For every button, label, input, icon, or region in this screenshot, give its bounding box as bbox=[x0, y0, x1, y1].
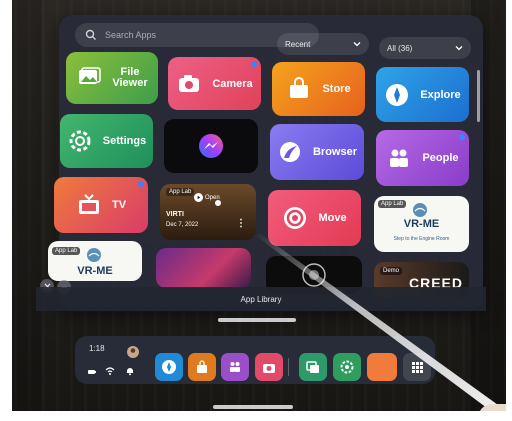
app-tile-settings[interactable]: Settings bbox=[60, 114, 153, 168]
vr-me-logo-icon bbox=[413, 203, 427, 217]
new-indicator-dot bbox=[138, 181, 144, 187]
app-title: VR-ME bbox=[403, 218, 440, 230]
dock-explore-button[interactable] bbox=[155, 353, 183, 381]
dock-people-button[interactable] bbox=[221, 353, 249, 381]
chevron-down-icon bbox=[455, 46, 463, 51]
compass-icon bbox=[162, 360, 176, 374]
universal-menu-dock: 1:18 bbox=[75, 336, 435, 384]
chevron-down-icon bbox=[353, 42, 361, 47]
library-title-bar: App Library bbox=[36, 287, 486, 311]
scrollbar-thumb[interactable] bbox=[477, 70, 480, 122]
app-tile-label: TV bbox=[111, 199, 127, 211]
app-tile-game-art[interactable] bbox=[156, 248, 251, 288]
app-tile-label: Explore bbox=[420, 88, 461, 101]
grid-icon bbox=[412, 362, 423, 373]
new-indicator-dot bbox=[251, 61, 257, 67]
search-icon bbox=[85, 29, 96, 40]
gear-icon bbox=[340, 360, 354, 374]
app-tile-store[interactable]: Store bbox=[272, 62, 365, 116]
avatar[interactable] bbox=[127, 346, 139, 358]
dock-divider bbox=[288, 358, 289, 376]
app-tile-tv[interactable]: TV bbox=[54, 177, 148, 233]
new-indicator-dot bbox=[459, 134, 465, 140]
messenger-icon bbox=[199, 134, 223, 158]
app-tile-virti[interactable]: App Lab Open VIRTI Dec 7, 2022 ⋮ bbox=[160, 184, 256, 240]
app-tile-label: Camera bbox=[212, 77, 253, 90]
vr-me-logo-icon bbox=[87, 248, 101, 262]
app-tile-explore[interactable]: Explore bbox=[376, 67, 469, 122]
app-tile-browser[interactable]: Browser bbox=[270, 124, 364, 180]
app-tile-vr-me[interactable]: App Lab VR-ME Step to the Engine Room bbox=[374, 196, 469, 252]
app-tile-messenger[interactable] bbox=[164, 119, 258, 173]
play-icon bbox=[194, 193, 203, 202]
people-icon bbox=[230, 362, 240, 372]
browser-icon bbox=[279, 142, 300, 162]
app-tile-vr-me-2[interactable]: App Lab VR-ME bbox=[48, 241, 142, 281]
notifications-bell-icon[interactable] bbox=[125, 366, 135, 376]
demo-badge: Demo bbox=[380, 267, 403, 275]
gear-icon bbox=[69, 130, 91, 152]
camera-icon bbox=[263, 364, 275, 373]
app-lab-badge: App Lab bbox=[166, 188, 195, 196]
dock-grab-handle[interactable] bbox=[213, 405, 293, 409]
dock-active-app-button[interactable] bbox=[367, 353, 397, 381]
controller-hand bbox=[478, 404, 512, 421]
windows-icon bbox=[306, 361, 319, 373]
library-title: App Library bbox=[240, 294, 282, 304]
sort-dropdown-value: Recent bbox=[285, 39, 311, 49]
more-options-button[interactable]: ⋮ bbox=[236, 218, 246, 229]
compass-icon bbox=[386, 83, 409, 106]
category-dropdown-value: All (36) bbox=[387, 43, 413, 53]
app-name: VIRTI bbox=[166, 211, 184, 218]
app-lab-badge: App Lab bbox=[52, 247, 81, 255]
category-dropdown[interactable]: All (36) bbox=[379, 37, 471, 59]
store-bag-icon bbox=[290, 77, 309, 98]
wifi-icon[interactable] bbox=[105, 366, 115, 376]
dock-store-button[interactable] bbox=[188, 353, 216, 381]
studio-logo-icon bbox=[302, 263, 326, 287]
dock-app-library-button[interactable] bbox=[403, 353, 431, 381]
sort-dropdown[interactable]: Recent bbox=[277, 33, 369, 55]
app-tile-label: Store bbox=[322, 83, 351, 95]
people-icon bbox=[390, 149, 409, 167]
app-tile-move[interactable]: Move bbox=[268, 190, 361, 246]
dock-camera-button[interactable] bbox=[255, 353, 283, 381]
open-label: Open bbox=[205, 194, 220, 201]
tv-icon bbox=[78, 194, 99, 214]
open-button[interactable]: Open bbox=[194, 193, 220, 202]
store-bag-icon bbox=[197, 360, 207, 373]
camera-icon bbox=[179, 74, 200, 92]
clock-time: 1:18 bbox=[89, 344, 105, 353]
app-tile-label: Settings bbox=[102, 135, 147, 147]
app-tile-label: Move bbox=[318, 212, 347, 224]
app-tile-label: File Viewer bbox=[112, 66, 148, 89]
app-tile-label: People bbox=[422, 152, 459, 164]
library-grab-handle[interactable] bbox=[218, 318, 296, 322]
move-icon bbox=[284, 207, 307, 229]
app-tile-label: Browser bbox=[312, 146, 358, 158]
dock-settings-button[interactable] bbox=[333, 353, 361, 381]
app-subtitle: Step to the Engine Room bbox=[393, 236, 450, 242]
battery-icon[interactable] bbox=[87, 367, 97, 377]
search-placeholder: Search Apps bbox=[105, 30, 157, 40]
app-tile-people[interactable]: People bbox=[376, 130, 469, 186]
app-tile-camera[interactable]: Camera bbox=[168, 57, 261, 110]
app-lab-badge: App Lab bbox=[378, 200, 407, 208]
image-icon bbox=[79, 67, 102, 84]
app-date: Dec 7, 2022 bbox=[166, 222, 199, 228]
dock-multitask-button[interactable] bbox=[299, 353, 327, 381]
app-title: VR-ME bbox=[77, 265, 113, 277]
app-tile-file-viewer[interactable]: File Viewer bbox=[66, 52, 158, 104]
